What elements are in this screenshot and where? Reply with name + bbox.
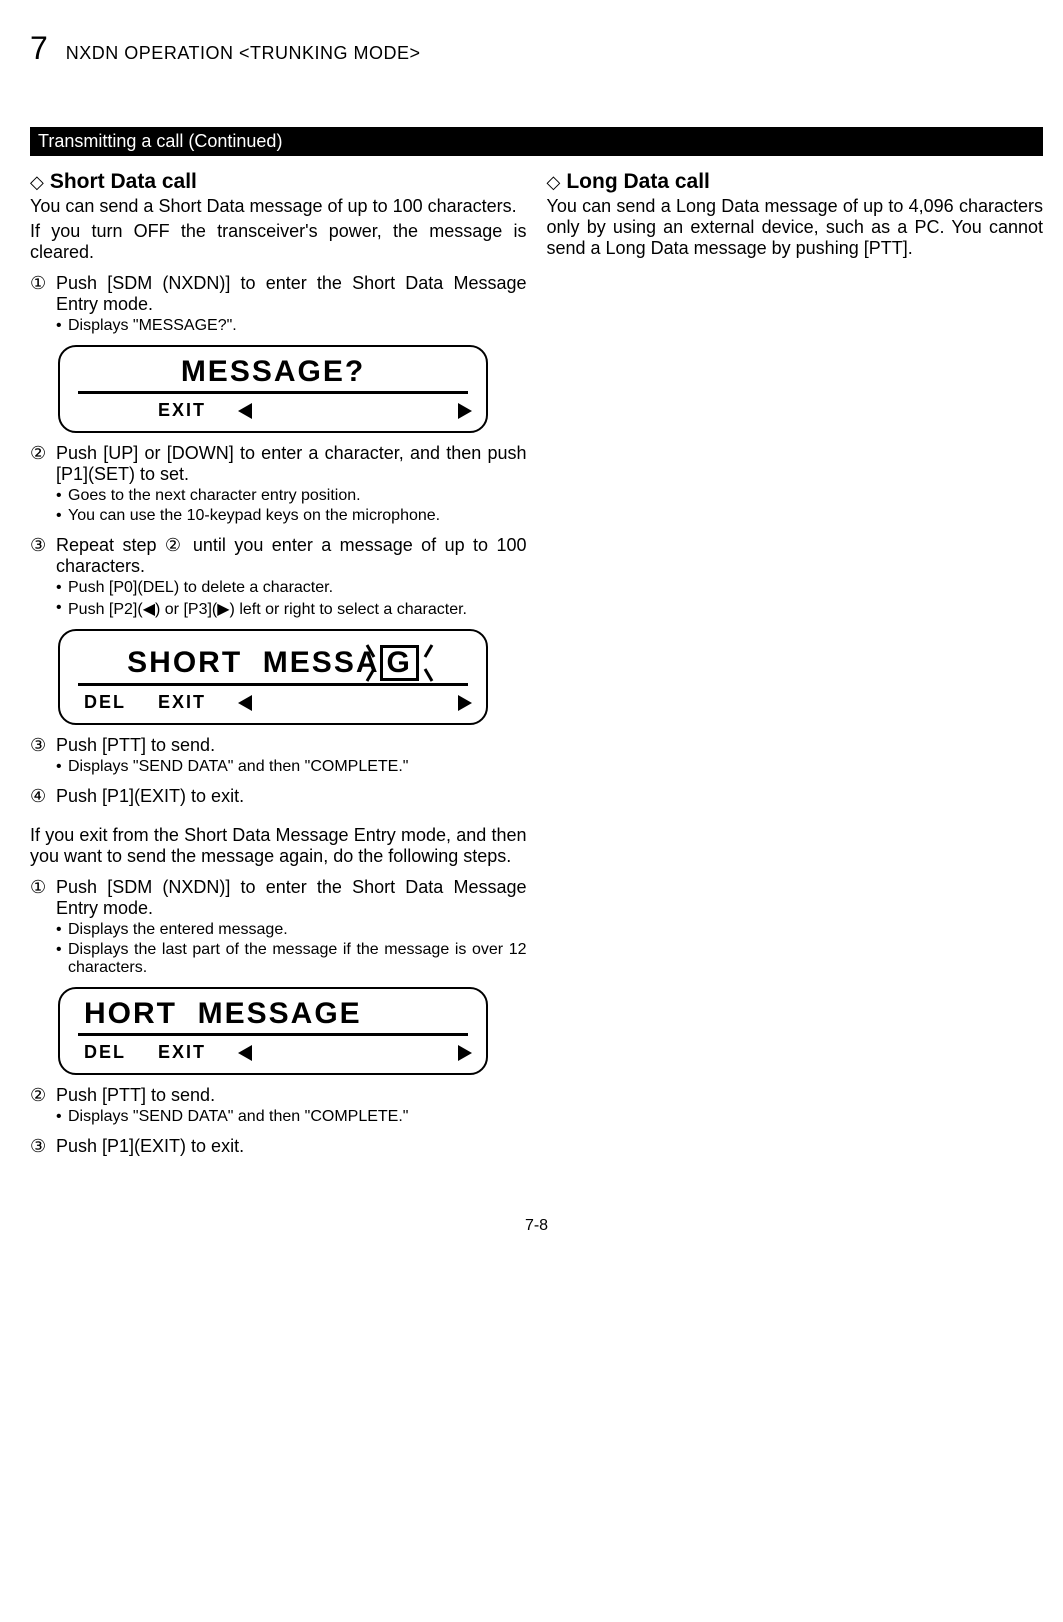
lcd-main-text: HORT MESSAGE (78, 997, 468, 1036)
step-2-bullet-1: • Goes to the next character entry posit… (56, 487, 527, 505)
section-title: NXDN OPERATION <TRUNKING MODE> (66, 43, 421, 64)
bullet-dot-icon: • (56, 758, 68, 776)
step-2: ② Push [UP] or [DOWN] to enter a charact… (30, 443, 527, 485)
left-arrow-icon (238, 403, 252, 419)
lcd-text-prefix: SHORT MESSA (127, 646, 379, 679)
bullet-dot-icon: • (56, 941, 68, 959)
long-data-title: Long Data call (566, 170, 710, 194)
section-number: 7 (30, 30, 48, 67)
left-arrow-icon (238, 695, 252, 711)
step-1-bullet-1: • Displays "MESSAGE?". (56, 317, 527, 335)
lcd-del-label: DEL (84, 692, 126, 713)
step-4: ④ Push [P1](EXIT) to exit. (30, 786, 527, 807)
diamond-icon: ◇ (547, 172, 561, 193)
resend-1-bullet-2: • Displays the last part of the message … (56, 941, 527, 977)
short-data-title: Short Data call (50, 170, 197, 194)
long-data-paragraph: You can send a Long Data message of up t… (547, 196, 1044, 259)
left-column: ◇ Short Data call You can send a Short D… (30, 166, 527, 1157)
step-number: ③ (30, 535, 56, 556)
bullet-dot-icon: • (56, 507, 68, 525)
step-3-send-bullet: • Displays "SEND DATA" and then "COMPLET… (56, 758, 527, 776)
lcd-exit-label: EXIT (158, 1042, 206, 1063)
step-number: ④ (30, 786, 56, 807)
step-number: ② (30, 1085, 56, 1106)
bullet-text: Push [P2](◀) or [P3](▶) left or right to… (68, 599, 527, 619)
lcd-display-2: SHORT MESSAG DEL EXIT (58, 629, 488, 725)
right-arrow-icon (458, 1045, 472, 1061)
step-number: ③ (30, 1136, 56, 1157)
resend-step-2: ② Push [PTT] to send. (30, 1085, 527, 1106)
resend-2-bullet: • Displays "SEND DATA" and then "COMPLET… (56, 1108, 527, 1126)
step-3-ref: ② (165, 535, 185, 555)
bullet-text: You can use the 10-keypad keys on the mi… (68, 507, 527, 525)
resend-1-bullet-1: • Displays the entered message. (56, 921, 527, 939)
resend-intro: If you exit from the Short Data Message … (30, 825, 527, 867)
step-number: ① (30, 273, 56, 294)
lcd-cursor-char: G (380, 645, 419, 681)
bullet-text: Displays "MESSAGE?". (68, 317, 527, 335)
step-text: Push [SDM (NXDN)] to enter the Short Dat… (56, 273, 527, 315)
step-text: Push [UP] or [DOWN] to enter a character… (56, 443, 527, 485)
step-text: Push [PTT] to send. (56, 735, 527, 756)
page-header: 7 NXDN OPERATION <TRUNKING MODE> (30, 30, 1043, 67)
cursor-highlight-icon (424, 668, 434, 682)
intro-paragraph-2: If you turn OFF the transceiver's power,… (30, 221, 527, 263)
bullet-text: Displays "SEND DATA" and then "COMPLETE.… (68, 1108, 527, 1126)
lcd-softkeys: DEL EXIT (74, 1042, 472, 1063)
right-column: ◇ Long Data call You can send a Long Dat… (547, 166, 1044, 1157)
bullet-dot-icon: • (56, 487, 68, 505)
lcd-softkeys: DEL EXIT (74, 400, 472, 421)
bullet-dot-icon: • (56, 921, 68, 939)
step-number: ② (30, 443, 56, 464)
intro-paragraph-1: You can send a Short Data message of up … (30, 196, 527, 217)
step-text: Repeat step ② until you enter a message … (56, 535, 527, 577)
step-3-send: ③ Push [PTT] to send. (30, 735, 527, 756)
bullet-text: Push [P0](DEL) to delete a character. (68, 579, 527, 597)
bullet-dot-icon: • (56, 1108, 68, 1126)
step-text: Push [P1](EXIT) to exit. (56, 786, 527, 807)
lcd-del-label: DEL (84, 1042, 126, 1063)
step-text: Push [PTT] to send. (56, 1085, 527, 1106)
bullet-dot-icon: • (56, 317, 68, 335)
cursor-letter: G (387, 646, 412, 679)
bullet-text: Displays the entered message. (68, 921, 527, 939)
bullet-text: Goes to the next character entry positio… (68, 487, 527, 505)
right-arrow-icon (458, 403, 472, 419)
left-arrow-icon (238, 1045, 252, 1061)
right-arrow-icon (458, 695, 472, 711)
lcd-exit-label: EXIT (158, 692, 206, 713)
step-3: ③ Repeat step ② until you enter a messag… (30, 535, 527, 577)
step-3-part-a: Repeat step (56, 535, 165, 555)
long-data-heading: ◇ Long Data call (547, 170, 1044, 194)
step-3-bullet-2: • Push [P2](◀) or [P3](▶) left or right … (56, 599, 527, 619)
short-data-heading: ◇ Short Data call (30, 170, 527, 194)
step-number: ③ (30, 735, 56, 756)
lcd-main-text: MESSAGE? (78, 355, 468, 394)
step-2-bullet-2: • You can use the 10-keypad keys on the … (56, 507, 527, 525)
step-number: ① (30, 877, 56, 898)
step-3-bullet-1: • Push [P0](DEL) to delete a character. (56, 579, 527, 597)
bullet-text: Displays "SEND DATA" and then "COMPLETE.… (68, 758, 527, 776)
bullet-dot-icon: • (56, 579, 68, 597)
step-1: ① Push [SDM (NXDN)] to enter the Short D… (30, 273, 527, 315)
bullet-dot-icon: • (56, 599, 68, 617)
step-text: Push [SDM (NXDN)] to enter the Short Dat… (56, 877, 527, 919)
lcd-main-row: SHORT MESSAG (78, 639, 468, 686)
lcd-display-3: HORT MESSAGE DEL EXIT (58, 987, 488, 1075)
resend-step-1: ① Push [SDM (NXDN)] to enter the Short D… (30, 877, 527, 919)
subsection-bar: Transmitting a call (Continued) (30, 127, 1043, 156)
lcd-display-1: MESSAGE? DEL EXIT (58, 345, 488, 433)
cursor-highlight-icon (424, 644, 434, 658)
bullet-text: Displays the last part of the message if… (68, 941, 527, 977)
resend-step-3: ③ Push [P1](EXIT) to exit. (30, 1136, 527, 1157)
lcd-softkeys: DEL EXIT (74, 692, 472, 713)
step-text: Push [P1](EXIT) to exit. (56, 1136, 527, 1157)
page-number: 7-8 (30, 1217, 1043, 1235)
lcd-exit-label: EXIT (158, 400, 206, 421)
content-columns: ◇ Short Data call You can send a Short D… (30, 166, 1043, 1157)
diamond-icon: ◇ (30, 172, 44, 193)
